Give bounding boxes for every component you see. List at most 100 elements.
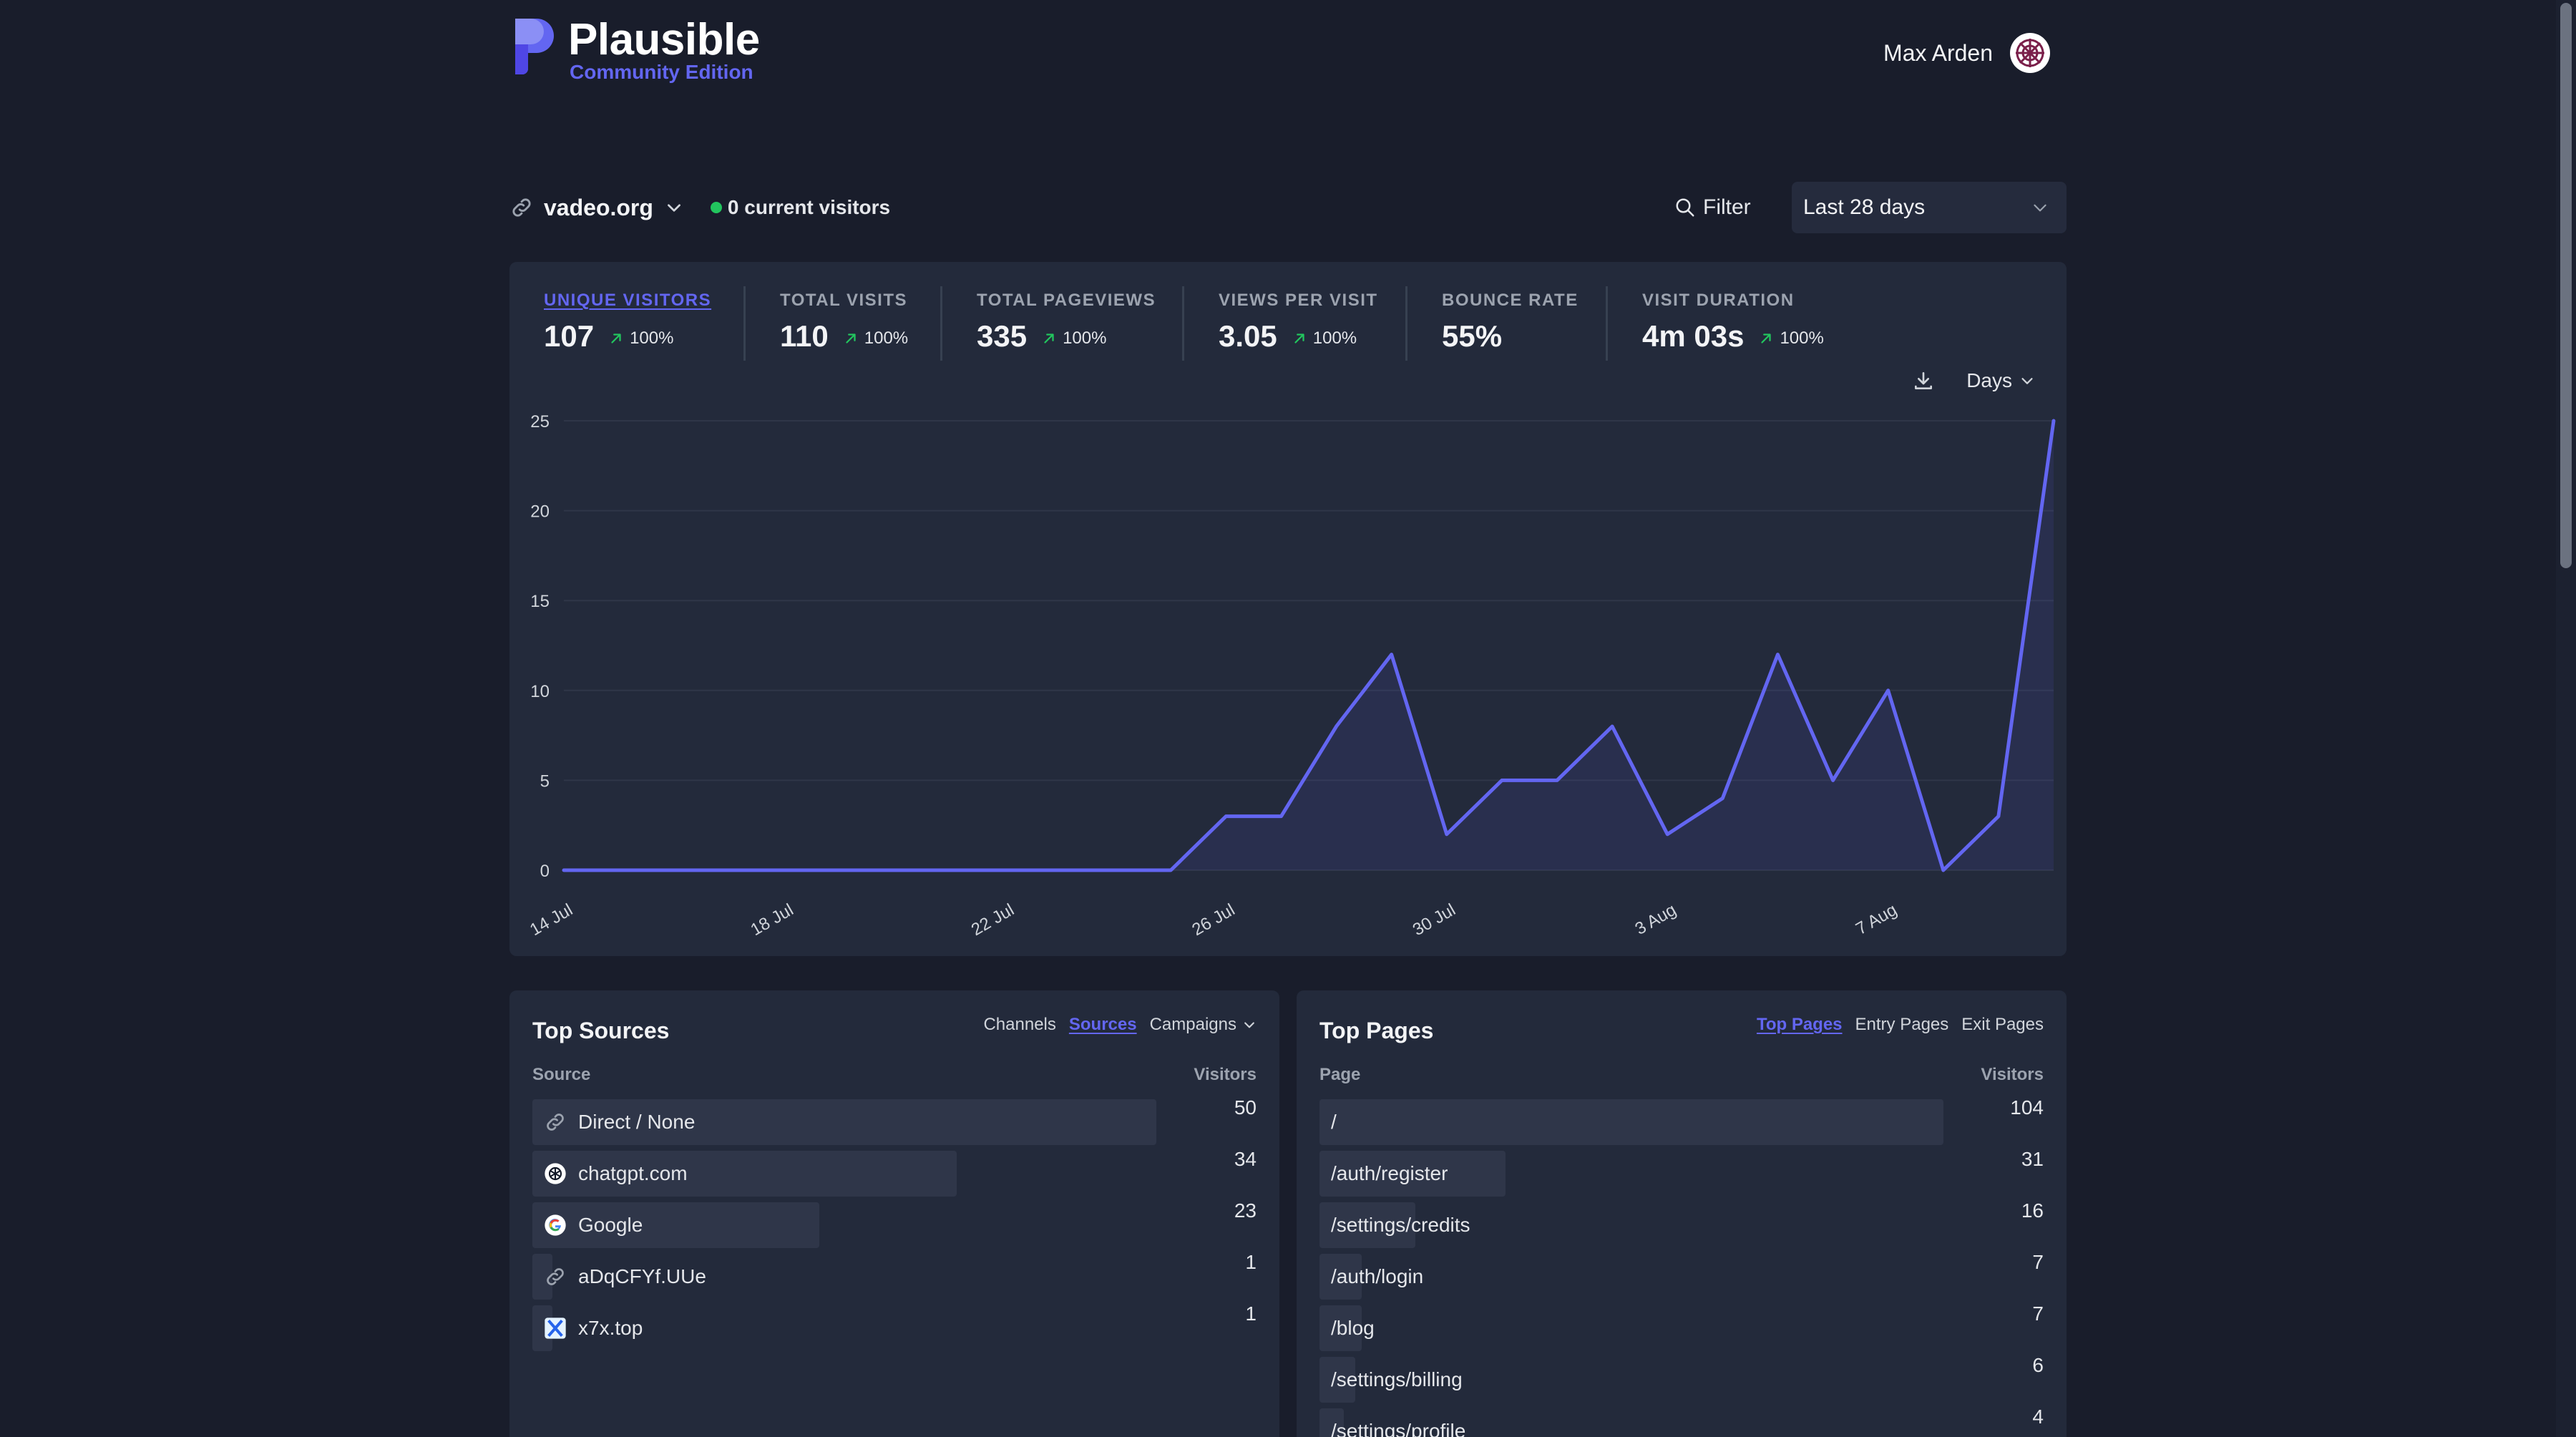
row-bar xyxy=(1319,1099,1943,1145)
list-row[interactable]: Direct / None 50 xyxy=(532,1096,1257,1145)
data-point xyxy=(784,869,785,871)
tab-sources[interactable]: Sources xyxy=(1069,1015,1137,1035)
tab-top-pages[interactable]: Top Pages xyxy=(1757,1015,1843,1035)
list-row[interactable]: /settings/credits 16 xyxy=(1319,1199,2044,1248)
data-point xyxy=(839,869,841,871)
x-tick-label: 3 Aug xyxy=(1632,900,1680,939)
row-label[interactable]: /auth/login xyxy=(1331,1265,1423,1288)
x-tick-label: 26 Jul xyxy=(1189,900,1238,940)
site-switcher[interactable]: vadeo.org 0 current visitors xyxy=(509,182,890,233)
data-point xyxy=(618,869,620,871)
row-label[interactable]: Google xyxy=(578,1214,643,1237)
app-subtitle: Community Edition xyxy=(570,61,753,83)
row-label[interactable]: /settings/credits xyxy=(1331,1214,1470,1237)
x-tick-label: 14 Jul xyxy=(527,900,576,940)
list-row[interactable]: /blog 7 xyxy=(1319,1302,2044,1351)
link-icon xyxy=(512,198,531,217)
data-point xyxy=(894,869,896,871)
period-label: Last 28 days xyxy=(1803,195,1926,219)
list-row[interactable]: /settings/profile 4 xyxy=(1319,1406,2044,1437)
row-icon xyxy=(544,1162,567,1185)
filter-button[interactable]: Filter xyxy=(1674,182,1751,233)
visitors-column-header: Visitors xyxy=(1981,1065,2044,1084)
data-point xyxy=(1556,779,1558,781)
row-value: 104 xyxy=(2010,1096,2044,1119)
y-tick-label: 0 xyxy=(540,862,550,881)
list-row[interactable]: /auth/login 7 xyxy=(1319,1251,2044,1300)
chevron-down-icon xyxy=(667,204,680,212)
x-tick-label: 18 Jul xyxy=(747,900,796,940)
scrollbar-thumb[interactable] xyxy=(2560,3,2572,568)
series-area xyxy=(564,421,2054,870)
list-row[interactable]: x7x.top 1 xyxy=(532,1302,1257,1351)
site-domain: vadeo.org xyxy=(544,194,653,220)
data-point xyxy=(673,869,675,871)
plausible-logo[interactable]: Plausible Community Edition xyxy=(509,16,760,83)
chevron-down-icon[interactable] xyxy=(1242,1018,1257,1032)
top-sources-title: Top Sources xyxy=(532,1018,670,1043)
list-row[interactable]: / 104 xyxy=(1319,1096,2044,1145)
list-row[interactable]: chatgpt.com 34 xyxy=(532,1148,1257,1197)
live-dot-icon xyxy=(710,202,722,213)
google-icon xyxy=(545,1214,566,1236)
row-value: 1 xyxy=(1245,1251,1257,1273)
row-value: 16 xyxy=(2021,1199,2044,1222)
row-label[interactable]: /blog xyxy=(1331,1317,1375,1340)
tab-channels[interactable]: Channels xyxy=(983,1015,1055,1035)
data-point xyxy=(1998,816,1999,817)
row-value: 23 xyxy=(1234,1199,1257,1222)
y-tick-label: 25 xyxy=(530,412,550,432)
avatar[interactable] xyxy=(2010,33,2050,73)
page-scrollbar[interactable] xyxy=(2556,0,2576,1437)
list-row[interactable]: aDqCFYf.UUe 1 xyxy=(532,1251,1257,1300)
top-sources-card: Top Sources Channels Sources Campaigns S… xyxy=(509,990,1279,1437)
dashboard-toolbar: vadeo.org 0 current visitors Filter Last… xyxy=(509,182,2067,233)
row-value: 31 xyxy=(2021,1148,2044,1170)
row-value: 7 xyxy=(2032,1251,2044,1273)
y-tick-label: 15 xyxy=(530,592,550,611)
tab-exit-pages[interactable]: Exit Pages xyxy=(1961,1015,2044,1035)
top-pages-card: Top Pages Top Pages Entry Pages Exit Pag… xyxy=(1297,990,2067,1437)
list-row[interactable]: /settings/billing 6 xyxy=(1319,1354,2044,1403)
list-row[interactable]: /auth/register 31 xyxy=(1319,1148,2044,1197)
y-tick-label: 10 xyxy=(530,682,550,701)
row-value: 6 xyxy=(2032,1354,2044,1376)
y-tick-label: 5 xyxy=(540,771,550,791)
row-value: 1 xyxy=(1245,1302,1257,1325)
chatgpt-icon xyxy=(545,1163,566,1184)
data-point xyxy=(1777,654,1778,656)
period-select[interactable]: Last 28 days xyxy=(1792,182,2067,233)
row-icon xyxy=(544,1214,567,1237)
link-icon xyxy=(547,1114,564,1131)
row-label[interactable]: x7x.top xyxy=(578,1317,643,1340)
data-point xyxy=(1060,869,1061,871)
data-point xyxy=(1501,779,1503,781)
chevron-down-icon xyxy=(2034,204,2046,212)
x-tick-label: 7 Aug xyxy=(1853,900,1901,939)
list-row[interactable]: Google 23 xyxy=(532,1199,1257,1248)
row-value: 4 xyxy=(2032,1406,2044,1428)
row-label[interactable]: /auth/register xyxy=(1331,1162,1448,1185)
current-visitors[interactable]: 0 current visitors xyxy=(710,196,891,219)
x-tick-label: 30 Jul xyxy=(1410,900,1459,940)
current-visitors-text: 0 current visitors xyxy=(727,196,891,218)
row-label[interactable]: /settings/billing xyxy=(1331,1368,1463,1391)
visitors-graph-card: UNIQUE VISITORS 107 100% TOTAL VISITS 110 100… xyxy=(509,262,2067,956)
page-column-header: Page xyxy=(1319,1065,1361,1084)
row-label[interactable]: chatgpt.com xyxy=(578,1162,688,1185)
user-name: Max Arden xyxy=(1883,39,1993,66)
user-menu[interactable]: Max Arden xyxy=(1883,33,2050,73)
row-value: 50 xyxy=(1234,1096,1257,1119)
source-column-header: Source xyxy=(532,1065,591,1084)
row-label[interactable]: Direct / None xyxy=(578,1111,695,1134)
data-point xyxy=(1722,798,1723,799)
y-tick-label: 20 xyxy=(530,502,550,522)
tab-campaigns[interactable]: Campaigns xyxy=(1150,1015,1236,1035)
row-label[interactable]: /settings/profile xyxy=(1331,1420,1465,1437)
filter-label: Filter xyxy=(1703,195,1751,219)
row-label[interactable]: aDqCFYf.UUe xyxy=(578,1265,706,1288)
tab-entry-pages[interactable]: Entry Pages xyxy=(1855,1015,1949,1035)
data-point xyxy=(1336,726,1337,727)
row-label[interactable]: / xyxy=(1331,1111,1337,1134)
data-point xyxy=(1280,816,1282,817)
